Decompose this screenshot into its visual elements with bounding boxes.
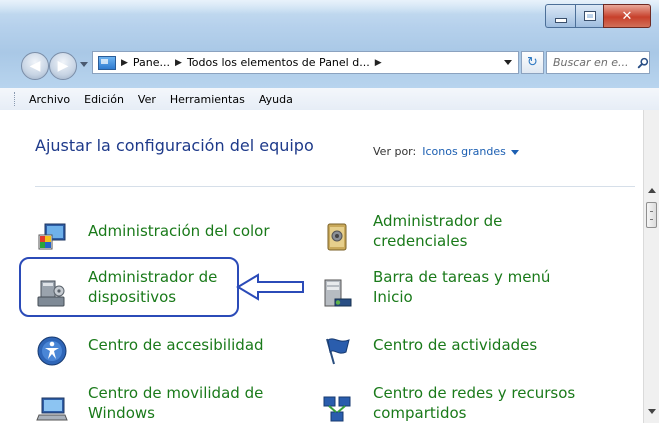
scroll-thumb[interactable] [646,202,657,228]
view-by: Ver por: Iconos grandes [373,145,519,158]
item-label[interactable]: Administración del color [88,221,270,241]
menu-ayuda[interactable]: Ayuda [252,93,300,106]
menu-grip [14,92,18,106]
address-history-chevron-down-icon[interactable] [504,60,512,65]
annotation-arrow-left-icon [236,273,304,301]
scroll-down-button[interactable] [644,403,659,419]
breadcrumb-panel[interactable]: Pane... [133,56,170,69]
forward-button[interactable]: ▶ [49,52,77,80]
item-color-management[interactable]: Administración del color [36,221,270,253]
color-management-icon [38,223,66,250]
arrow-right-icon: ▶ [57,58,69,74]
chevron-up-icon [647,187,656,193]
close-icon: ✕ [621,8,633,24]
page-title: Ajustar la configuración del equipo [35,136,314,155]
close-button[interactable]: ✕ [603,4,651,28]
control-panel-window: ✕ ◀ ▶ ▶ Pane... ▶ Todos los elementos de… [0,0,659,423]
recent-pages-chevron-down-icon[interactable] [80,62,88,67]
vertical-scrollbar[interactable] [643,110,659,423]
menu-bar: Archivo Edición Ver Herramientas Ayuda [0,88,659,111]
item-action-center[interactable]: Centro de actividades [321,335,537,367]
menu-edicion[interactable]: Edición [77,93,131,106]
address-bar[interactable]: ▶ Pane... ▶ Todos los elementos de Panel… [92,51,519,74]
control-panel-icon [98,55,116,70]
item-label[interactable]: Administrador de credenciales [373,211,502,251]
refresh-icon: ↻ [527,55,538,70]
item-label[interactable]: Centro de accesibilidad [88,335,264,355]
mobility-center-icon [36,397,68,421]
menu-herramientas[interactable]: Herramientas [163,93,252,106]
menu-ver[interactable]: Ver [131,93,163,106]
item-label[interactable]: Centro de redes y recursos compartidos [373,383,575,423]
item-label[interactable]: Barra de tareas y menú Inicio [373,267,550,307]
chevron-down-icon [647,408,656,414]
minimize-icon [554,17,567,23]
item-network-sharing-center[interactable]: Centro de redes y recursos compartidos [321,383,575,423]
breadcrumb-separator-icon[interactable]: ▶ [375,58,382,68]
breadcrumb-separator-icon[interactable]: ▶ [121,58,128,68]
search-icon[interactable] [637,56,649,70]
item-taskbar-start-menu[interactable]: Barra de tareas y menú Inicio [321,267,550,309]
taskbar-icon [324,279,352,307]
accessibility-icon [37,336,67,366]
view-by-label: Ver por: [373,145,417,158]
content-pane: Ajustar la configuración del equipo Ver … [0,110,659,423]
breadcrumb-all-items[interactable]: Todos los elementos de Panel d... [187,56,370,69]
action-center-flag-icon [326,338,350,365]
item-accessibility-center[interactable]: Centro de accesibilidad [36,335,264,367]
search-input[interactable] [551,55,635,70]
search-box[interactable] [546,51,650,74]
arrow-left-icon: ◀ [29,58,41,74]
minimize-button[interactable] [545,4,575,28]
refresh-button[interactable]: ↻ [521,51,544,74]
maximize-button[interactable] [575,4,603,28]
back-button[interactable]: ◀ [21,52,49,80]
scroll-up-button[interactable] [644,182,659,198]
network-center-icon [323,396,351,422]
breadcrumb-separator-icon[interactable]: ▶ [175,58,182,68]
window-controls: ✕ [545,4,651,28]
view-by-dropdown[interactable]: Iconos grandes [422,145,506,158]
maximize-icon [583,11,596,21]
credential-manager-icon [327,223,347,251]
menu-archivo[interactable]: Archivo [22,93,77,106]
annotation-highlight-box [19,257,239,317]
item-credential-manager[interactable]: Administrador de credenciales [321,211,502,253]
divider [35,186,635,187]
item-mobility-center[interactable]: Centro de movilidad de Windows [36,383,263,423]
chevron-down-icon[interactable] [510,149,519,155]
item-label[interactable]: Centro de actividades [373,335,537,355]
window-chrome: ✕ ◀ ▶ ▶ Pane... ▶ Todos los elementos de… [0,0,659,88]
item-label[interactable]: Centro de movilidad de Windows [88,383,263,423]
